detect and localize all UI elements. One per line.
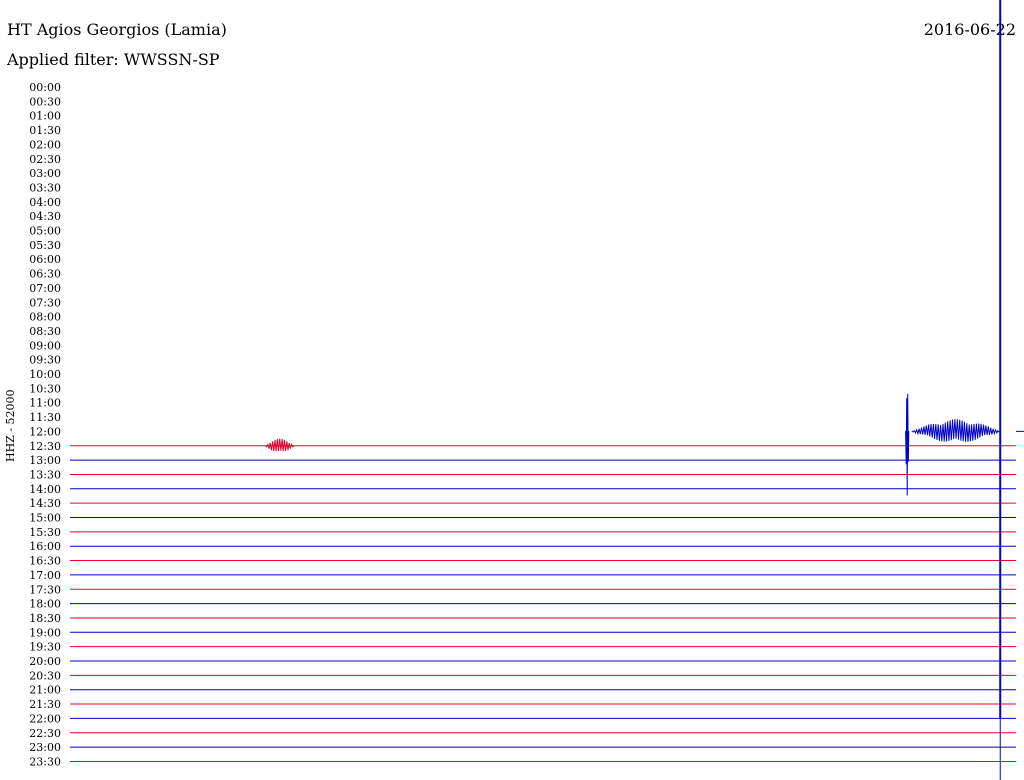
tick-label-1500: 15:00: [29, 512, 61, 525]
tick-label-0900: 09:00: [29, 339, 61, 352]
tick-label-0330: 03:30: [29, 181, 61, 194]
tick-label-1700: 17:00: [29, 569, 61, 582]
tick-label-0730: 07:30: [29, 296, 61, 309]
tick-label-0530: 05:30: [29, 239, 61, 252]
tick-label-2300: 23:00: [29, 741, 61, 754]
tick-label-1100: 11:00: [29, 397, 61, 410]
tick-label-0700: 07:00: [29, 282, 61, 295]
tick-label-2030: 20:30: [29, 669, 61, 682]
tick-label-1900: 19:00: [29, 626, 61, 639]
tick-label-1230: 12:30: [29, 440, 61, 453]
helicorder-plot: 00:0000:30 01:0001:3002:00 02:3003:0003:30…: [29, 0, 1024, 780]
tick-label-2330: 23:30: [29, 755, 61, 768]
tick-label-0930: 09:30: [29, 354, 61, 367]
tick-label-0200: 02:00: [29, 138, 61, 151]
event-1: [264, 438, 295, 452]
tick-label-1400: 14:00: [29, 483, 61, 496]
tick-label-0800: 08:00: [29, 311, 61, 324]
tick-label-0030: 00:30: [29, 95, 61, 108]
event-0: [911, 419, 1001, 442]
tick-label-2130: 21:30: [29, 698, 61, 711]
tick-label-0430: 04:30: [29, 210, 61, 223]
tick-label-1930: 19:30: [29, 641, 61, 654]
event-2: [905, 393, 910, 496]
tick-label-2200: 22:00: [29, 712, 61, 725]
tick-label-0600: 06:00: [29, 253, 61, 266]
tick-label-0300: 03:00: [29, 167, 61, 180]
tick-label-0230: 02:30: [29, 153, 61, 166]
tick-label-2000: 20:00: [29, 655, 61, 668]
tick-label-0630: 06:30: [29, 268, 61, 281]
tick-label-0400: 04:00: [29, 196, 61, 209]
tick-label-1530: 15:30: [29, 526, 61, 539]
tick-label-2100: 21:00: [29, 684, 61, 697]
tick-label-1000: 10:00: [29, 368, 61, 381]
tick-label-0830: 08:30: [29, 325, 61, 338]
tick-label-0100: 01:00: [29, 110, 61, 123]
tick-label-0130: 01:30: [29, 124, 61, 137]
tick-label-1130: 11:30: [29, 411, 61, 424]
tick-label-1600: 16:00: [29, 540, 61, 553]
tick-label-1430: 14:30: [29, 497, 61, 510]
tick-label-0000: 00:00: [29, 81, 61, 94]
tick-label-1830: 18:30: [29, 612, 61, 625]
tick-label-2230: 22:30: [29, 727, 61, 740]
tick-label-1300: 13:00: [29, 454, 61, 467]
tick-label-1200: 12:00: [29, 425, 61, 438]
tick-label-1800: 18:00: [29, 598, 61, 611]
tick-label-1030: 10:30: [29, 382, 61, 395]
tick-label-1630: 16:30: [29, 555, 61, 568]
tick-label-1330: 13:30: [29, 468, 61, 481]
tick-label-1730: 17:30: [29, 583, 61, 596]
tick-label-0500: 05:00: [29, 225, 61, 238]
